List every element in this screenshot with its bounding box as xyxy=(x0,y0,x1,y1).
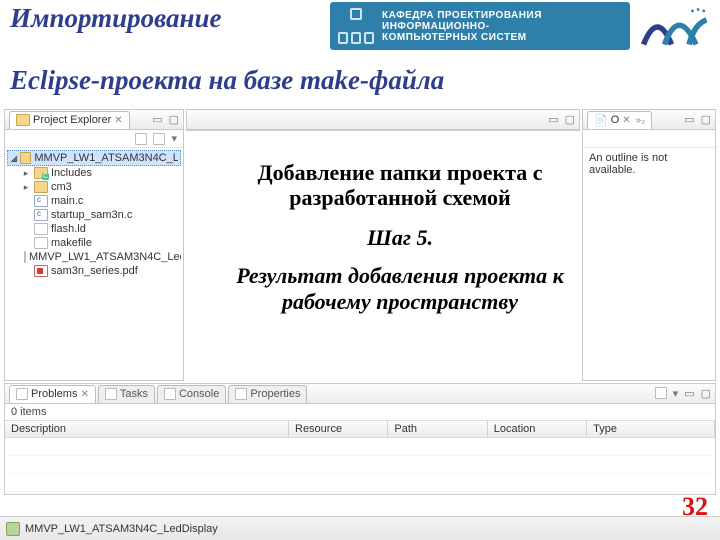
tree-item[interactable]: main.c xyxy=(7,194,181,208)
editor-area: ▭ ▢ xyxy=(186,109,580,131)
tree-item-label: MMVP_LW1_ATSAM3N4C_LedDisplay xyxy=(34,152,178,164)
tree-item-label: startup_sam3n.c xyxy=(51,209,132,221)
outline-pane: 📄 O ✕ »₂ ▭ ▢ An outline is not available… xyxy=(582,109,716,381)
column-location[interactable]: Location xyxy=(488,421,587,437)
collapse-all-icon[interactable] xyxy=(135,133,147,145)
column-type[interactable]: Type xyxy=(587,421,715,437)
tab-label: Tasks xyxy=(120,388,148,400)
slide-center-text: Добавление папки проекта с разработанной… xyxy=(200,160,600,315)
minimize-icon[interactable]: ▭ xyxy=(548,113,558,126)
tab-problems[interactable]: Problems✕ xyxy=(9,385,96,403)
page-number: 32 xyxy=(682,492,708,522)
project-status-icon xyxy=(6,522,20,536)
tab-outline[interactable]: 📄 O ✕ »₂ xyxy=(587,111,652,129)
tab-label: Properties xyxy=(250,388,300,400)
tree-item-label: MMVP_LW1_ATSAM3N4C_LedDisp xyxy=(29,251,181,263)
tree-root-item[interactable]: ◢ MMVP_LW1_ATSAM3N4C_LedDisplay xyxy=(7,150,181,166)
outline-message: An outline is not available. xyxy=(583,148,715,180)
maximize-icon[interactable]: ▢ xyxy=(169,113,179,126)
tab-project-explorer[interactable]: Project Explorer ✕ xyxy=(9,111,130,129)
properties-icon xyxy=(235,388,247,400)
minimize-icon[interactable]: ▭ xyxy=(684,113,694,126)
tab-console[interactable]: Console xyxy=(157,385,226,403)
column-resource[interactable]: Resource xyxy=(289,421,388,437)
console-icon xyxy=(164,388,176,400)
maximize-icon[interactable]: ▢ xyxy=(701,387,711,400)
overlay-step: Шаг 5. xyxy=(200,225,600,251)
cfolder-icon xyxy=(34,167,48,179)
expander-icon[interactable]: ▸ xyxy=(21,182,31,193)
tab-properties[interactable]: Properties xyxy=(228,385,307,403)
tree-item[interactable]: flash.ld xyxy=(7,222,181,236)
problems-table-body xyxy=(5,438,715,492)
overlay-result: Результат добавления проекта к рабочему … xyxy=(200,263,600,316)
column-description[interactable]: Description xyxy=(5,421,289,437)
tab-label: Problems xyxy=(31,388,77,400)
department-icon xyxy=(338,8,374,44)
view-menu-icon[interactable]: ▾ xyxy=(673,387,679,400)
project-explorer-pane: Project Explorer ✕ ▭ ▢ ▾ ◢ MMVP_LW1_ATSA… xyxy=(4,109,184,381)
tree-item-label: flash.ld xyxy=(51,223,86,235)
maximize-icon[interactable]: ▢ xyxy=(565,113,575,126)
tab-tasks[interactable]: Tasks xyxy=(98,385,155,403)
maximize-icon[interactable]: ▢ xyxy=(701,113,711,126)
problems-table-header: DescriptionResourcePathLocationType xyxy=(5,420,715,438)
folder-icon xyxy=(34,181,48,193)
tasks-icon xyxy=(105,388,117,400)
tab-label: O xyxy=(611,114,620,126)
tree-item[interactable]: makefile xyxy=(7,236,181,250)
status-bar-text: MMVP_LW1_ATSAM3N4C_LedDisplay xyxy=(25,523,218,535)
txt-icon xyxy=(24,251,26,263)
mk-icon xyxy=(34,237,48,249)
filter-icon[interactable] xyxy=(655,387,667,399)
ld-icon xyxy=(34,223,48,235)
tree-item[interactable]: ▸ Includes xyxy=(7,166,181,180)
tab-label: Project Explorer xyxy=(33,114,111,126)
view-menu-icon[interactable]: ▾ xyxy=(171,132,177,145)
problems-pane: Problems✕ Tasks Console Properties ▾ ▭ ▢ 0 … xyxy=(4,383,716,495)
department-line1: КАФЕДРА ПРОЕКТИРОВАНИЯ xyxy=(382,10,542,21)
university-logo xyxy=(636,0,714,54)
tree-item-label: cm3 xyxy=(51,181,72,193)
department-text: КАФЕДРА ПРОЕКТИРОВАНИЯ ИНФОРМАЦИОННО- КО… xyxy=(382,10,542,43)
slide-title-line2: Eclipse-проекта на базе make-файла xyxy=(10,66,710,96)
project-tree: ◢ MMVP_LW1_ATSAM3N4C_LedDisplay ▸ Include… xyxy=(5,148,183,280)
department-line3: КОМПЬЮТЕРНЫХ СИСТЕМ xyxy=(382,32,542,43)
problems-status: 0 items xyxy=(5,404,715,420)
close-icon[interactable]: ✕ xyxy=(114,115,122,126)
link-editor-icon[interactable] xyxy=(153,133,165,145)
department-badge: КАФЕДРА ПРОЕКТИРОВАНИЯ ИНФОРМАЦИОННО- КО… xyxy=(330,2,630,50)
c-icon xyxy=(34,195,48,207)
pdf-icon xyxy=(34,265,48,277)
column-path[interactable]: Path xyxy=(388,421,487,437)
overlay-heading: Добавление папки проекта с разработанной… xyxy=(200,160,600,211)
expander-icon[interactable]: ▸ xyxy=(21,168,31,179)
tree-item-label: sam3n_series.pdf xyxy=(51,265,138,277)
tree-item-label: makefile xyxy=(51,237,92,249)
minimize-icon[interactable]: ▭ xyxy=(684,387,694,400)
tree-item[interactable]: startup_sam3n.c xyxy=(7,208,181,222)
problems-icon xyxy=(16,388,28,400)
close-icon[interactable]: ✕ xyxy=(80,389,88,400)
c-icon xyxy=(34,209,48,221)
tree-item[interactable]: ▸ cm3 xyxy=(7,180,181,194)
tree-item-label: main.c xyxy=(51,195,83,207)
tree-item-label: Includes xyxy=(51,167,92,179)
department-line2: ИНФОРМАЦИОННО- xyxy=(382,21,542,32)
minimize-icon[interactable]: ▭ xyxy=(152,113,162,126)
project-icon xyxy=(20,152,31,164)
tree-item[interactable]: sam3n_series.pdf xyxy=(7,264,181,278)
folder-icon xyxy=(16,114,30,126)
tab-label: Console xyxy=(179,388,219,400)
expander-icon[interactable]: ◢ xyxy=(10,153,17,164)
close-icon[interactable]: ✕ xyxy=(622,115,630,126)
tree-item[interactable]: MMVP_LW1_ATSAM3N4C_LedDisp xyxy=(7,250,181,264)
status-bar: MMVP_LW1_ATSAM3N4C_LedDisplay xyxy=(0,516,720,540)
